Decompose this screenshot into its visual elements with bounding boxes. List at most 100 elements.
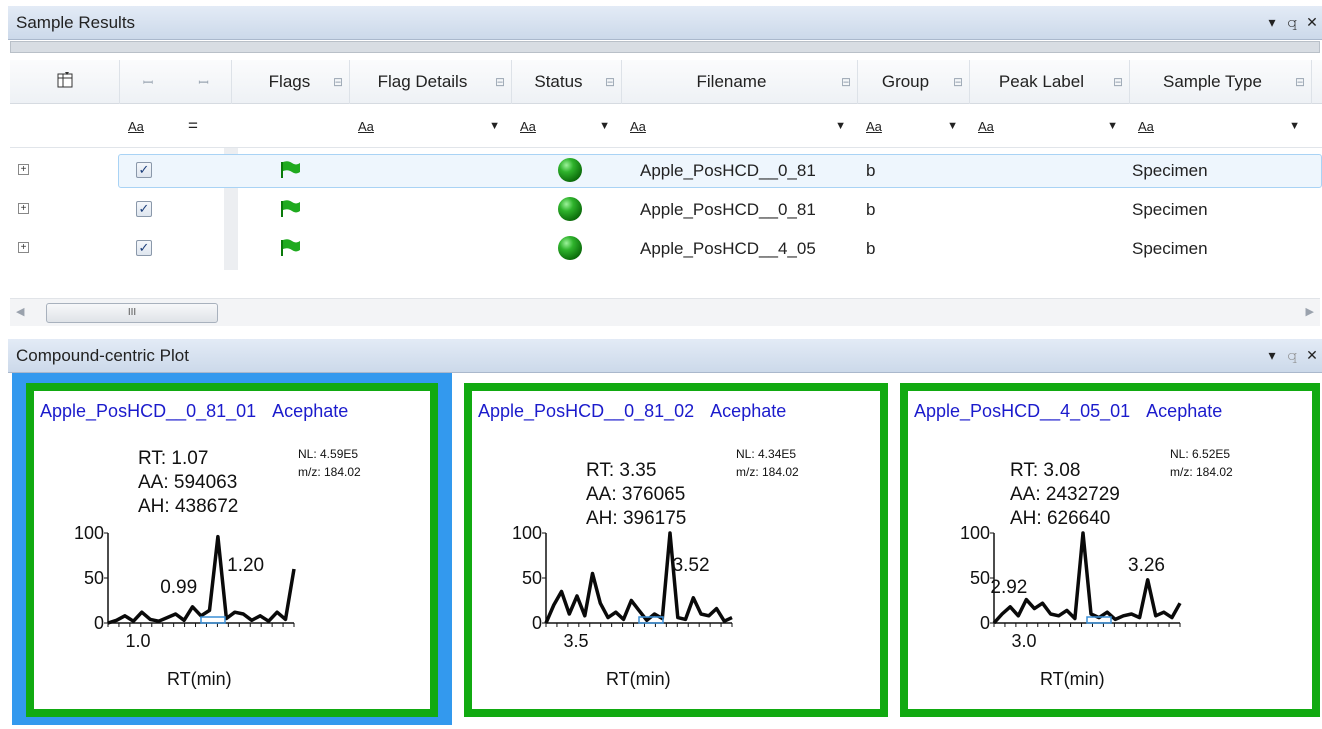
peak-stats: RT: 3.35 AA: 376065 AH: 396175 xyxy=(586,460,687,529)
filter-peak-label[interactable]: Aa ▼ xyxy=(970,104,1130,148)
table-row[interactable]: + ✓ Apple_PosHCD__0_81 b Specimen xyxy=(10,191,1322,229)
expand-icon[interactable]: + xyxy=(18,242,29,253)
y-tick-label: 0 xyxy=(980,613,990,633)
pin-icon[interactable]: ⊟ xyxy=(495,75,505,89)
chromatogram[interactable]: 100 50 0 1.0 0.99 1.20 xyxy=(62,523,302,653)
compound-plot-title: Compound-centric Plot xyxy=(16,345,189,365)
y-tick-label: 50 xyxy=(522,568,542,588)
chromatogram-trace xyxy=(107,534,296,625)
y-tick-label: 50 xyxy=(84,568,104,588)
flag-icon xyxy=(281,200,300,217)
chevron-down-icon[interactable]: ▼ xyxy=(1289,120,1300,132)
filter-filename[interactable]: Aa ▼ xyxy=(622,104,858,148)
plot-card[interactable]: Apple_PosHCD__0_81_02 Acephate RT: 3.35 AA… xyxy=(464,373,888,725)
row-checkbox[interactable]: ✓ xyxy=(136,162,152,178)
column-header-status[interactable]: Status ⊟ xyxy=(512,60,622,104)
chromatogram[interactable]: 100 50 0 3.0 2.92 3.26 xyxy=(948,523,1188,653)
chevron-down-icon[interactable]: ▼ xyxy=(1107,120,1118,132)
x-axis-label: RT(min) xyxy=(167,669,232,689)
peak-stats: RT: 1.07 AA: 594063 AH: 438672 xyxy=(138,448,239,517)
peak-label: 1.20 xyxy=(227,555,264,576)
pin-icon[interactable]: ⊟ xyxy=(1113,75,1123,89)
plot-title: Apple_PosHCD__0_81_01 Acephate xyxy=(40,401,349,421)
cell-filename: Apple_PosHCD__0_81 xyxy=(640,161,816,180)
x-tick-label: 1.0 xyxy=(125,631,150,651)
status-icon xyxy=(558,236,582,260)
peak-label: 3.26 xyxy=(1128,555,1165,576)
column-chooser-cell[interactable] xyxy=(10,60,120,104)
cell-group: b xyxy=(866,239,876,258)
plot-card[interactable]: Apple_PosHCD__0_81_01 Acephate RT: 1.07 AA… xyxy=(12,373,452,725)
pin-icon[interactable]: ⊟ xyxy=(333,75,343,89)
filter-row: Aa = Aa ▼ Aa ▼ Aa ▼ Aa ▼ Aa ▼ Aa ▼ xyxy=(10,104,1322,148)
status-icon xyxy=(558,158,582,182)
cell-filename: Apple_PosHCD__4_05 xyxy=(640,239,816,258)
sample-results-title-bar: Sample Results ▾ 𝚚 ✕ xyxy=(8,6,1322,40)
filter-group[interactable]: Aa ▼ xyxy=(858,104,970,148)
peak-label: 2.92 xyxy=(990,577,1027,598)
chevron-down-icon[interactable]: ▼ xyxy=(947,120,958,132)
nl-info: NL: 6.52E5 m/z: 184.02 xyxy=(1170,447,1233,479)
column-chooser-icon[interactable] xyxy=(10,71,119,94)
pin-icon[interactable]: ꟷ xyxy=(176,73,231,91)
column-header-sample-type[interactable]: Sample Type ⊟ xyxy=(1130,60,1312,104)
filter-sample-type[interactable]: Aa ▼ xyxy=(1130,104,1312,148)
horizontal-scrollbar[interactable]: ◀ III ▶ xyxy=(10,298,1320,326)
pin-icon[interactable]: ⊟ xyxy=(1295,75,1305,89)
chevron-down-icon[interactable]: ▼ xyxy=(489,120,500,132)
pin-icon[interactable]: ⊟ xyxy=(841,75,851,89)
header-pin-1[interactable]: ꟷ xyxy=(120,60,176,104)
filter-flag-details[interactable]: Aa ▼ xyxy=(350,104,512,148)
peak-label: 0.99 xyxy=(160,577,197,598)
integration-box xyxy=(200,616,226,624)
pin-icon[interactable]: ⊟ xyxy=(605,75,615,89)
y-tick-label: 100 xyxy=(512,523,542,543)
flag-icon xyxy=(281,161,300,178)
row-checkbox[interactable]: ✓ xyxy=(136,240,152,256)
x-tick-label: 3.5 xyxy=(563,631,588,651)
peak-label: 3.52 xyxy=(673,555,710,576)
y-tick-label: 100 xyxy=(74,523,104,543)
filter-checkbox-col[interactable]: Aa xyxy=(120,104,176,148)
sample-results-title: Sample Results xyxy=(16,12,136,32)
column-header-peak-label[interactable]: Peak Label ⊟ xyxy=(970,60,1130,104)
cell-filename: Apple_PosHCD__0_81 xyxy=(640,200,816,219)
flag-icon xyxy=(281,239,300,256)
plot-title: Apple_PosHCD__0_81_02 Acephate xyxy=(478,401,787,421)
header-pin-2[interactable]: ꟷ xyxy=(176,60,232,104)
group-by-strip[interactable] xyxy=(10,41,1320,53)
panel-dropdown-icon[interactable]: ▾ xyxy=(1262,347,1282,364)
filter-equals[interactable]: = xyxy=(176,104,232,148)
chromatogram-trace xyxy=(544,531,733,624)
scroll-left-icon[interactable]: ◀ xyxy=(16,305,24,318)
nl-info: NL: 4.59E5 m/z: 184.02 xyxy=(298,447,361,479)
x-axis-label: RT(min) xyxy=(606,669,671,689)
x-tick-label: 3.0 xyxy=(1011,631,1036,651)
column-header-filename[interactable]: Filename ⊟ xyxy=(622,60,858,104)
chevron-down-icon[interactable]: ▼ xyxy=(835,120,846,132)
expand-icon[interactable]: + xyxy=(18,164,29,175)
row-checkbox[interactable]: ✓ xyxy=(136,201,152,217)
plot-title: Apple_PosHCD__4_05_01 Acephate xyxy=(914,401,1223,421)
pin-icon[interactable]: ꟷ xyxy=(120,73,176,91)
column-header-flag-details[interactable]: Flag Details ⊟ xyxy=(350,60,512,104)
chevron-down-icon[interactable]: ▼ xyxy=(599,120,610,132)
column-header-group[interactable]: Group ⊟ xyxy=(858,60,970,104)
plot-card[interactable]: Apple_PosHCD__4_05_01 Acephate RT: 3.08 AA… xyxy=(900,373,1322,725)
table-row[interactable]: + ✓ Apple_PosHCD__4_05 b Specimen xyxy=(10,230,1322,268)
cell-sample-type: Specimen xyxy=(1132,161,1208,180)
panel-dropdown-icon[interactable]: ▾ xyxy=(1262,14,1282,31)
expand-icon[interactable]: + xyxy=(18,203,29,214)
scroll-right-icon[interactable]: ▶ xyxy=(1306,305,1314,318)
chromatogram[interactable]: 100 50 0 3.5 3.52 xyxy=(500,523,740,653)
scrollbar-thumb[interactable]: III xyxy=(46,303,218,323)
pin-icon[interactable]: 𝚚 xyxy=(1282,14,1302,31)
column-header-flags[interactable]: Flags ⊟ xyxy=(246,60,350,104)
y-tick-label: 0 xyxy=(532,613,542,633)
filter-status[interactable]: Aa ▼ xyxy=(512,104,622,148)
pin-icon[interactable]: ⊟ xyxy=(953,75,963,89)
pin-icon[interactable]: 𝚚 xyxy=(1282,347,1302,364)
close-icon[interactable]: ✕ xyxy=(1302,14,1322,31)
close-icon[interactable]: ✕ xyxy=(1302,347,1322,364)
table-row[interactable]: + ✓ Apple_PosHCD__0_81 b Specimen xyxy=(10,152,1322,190)
